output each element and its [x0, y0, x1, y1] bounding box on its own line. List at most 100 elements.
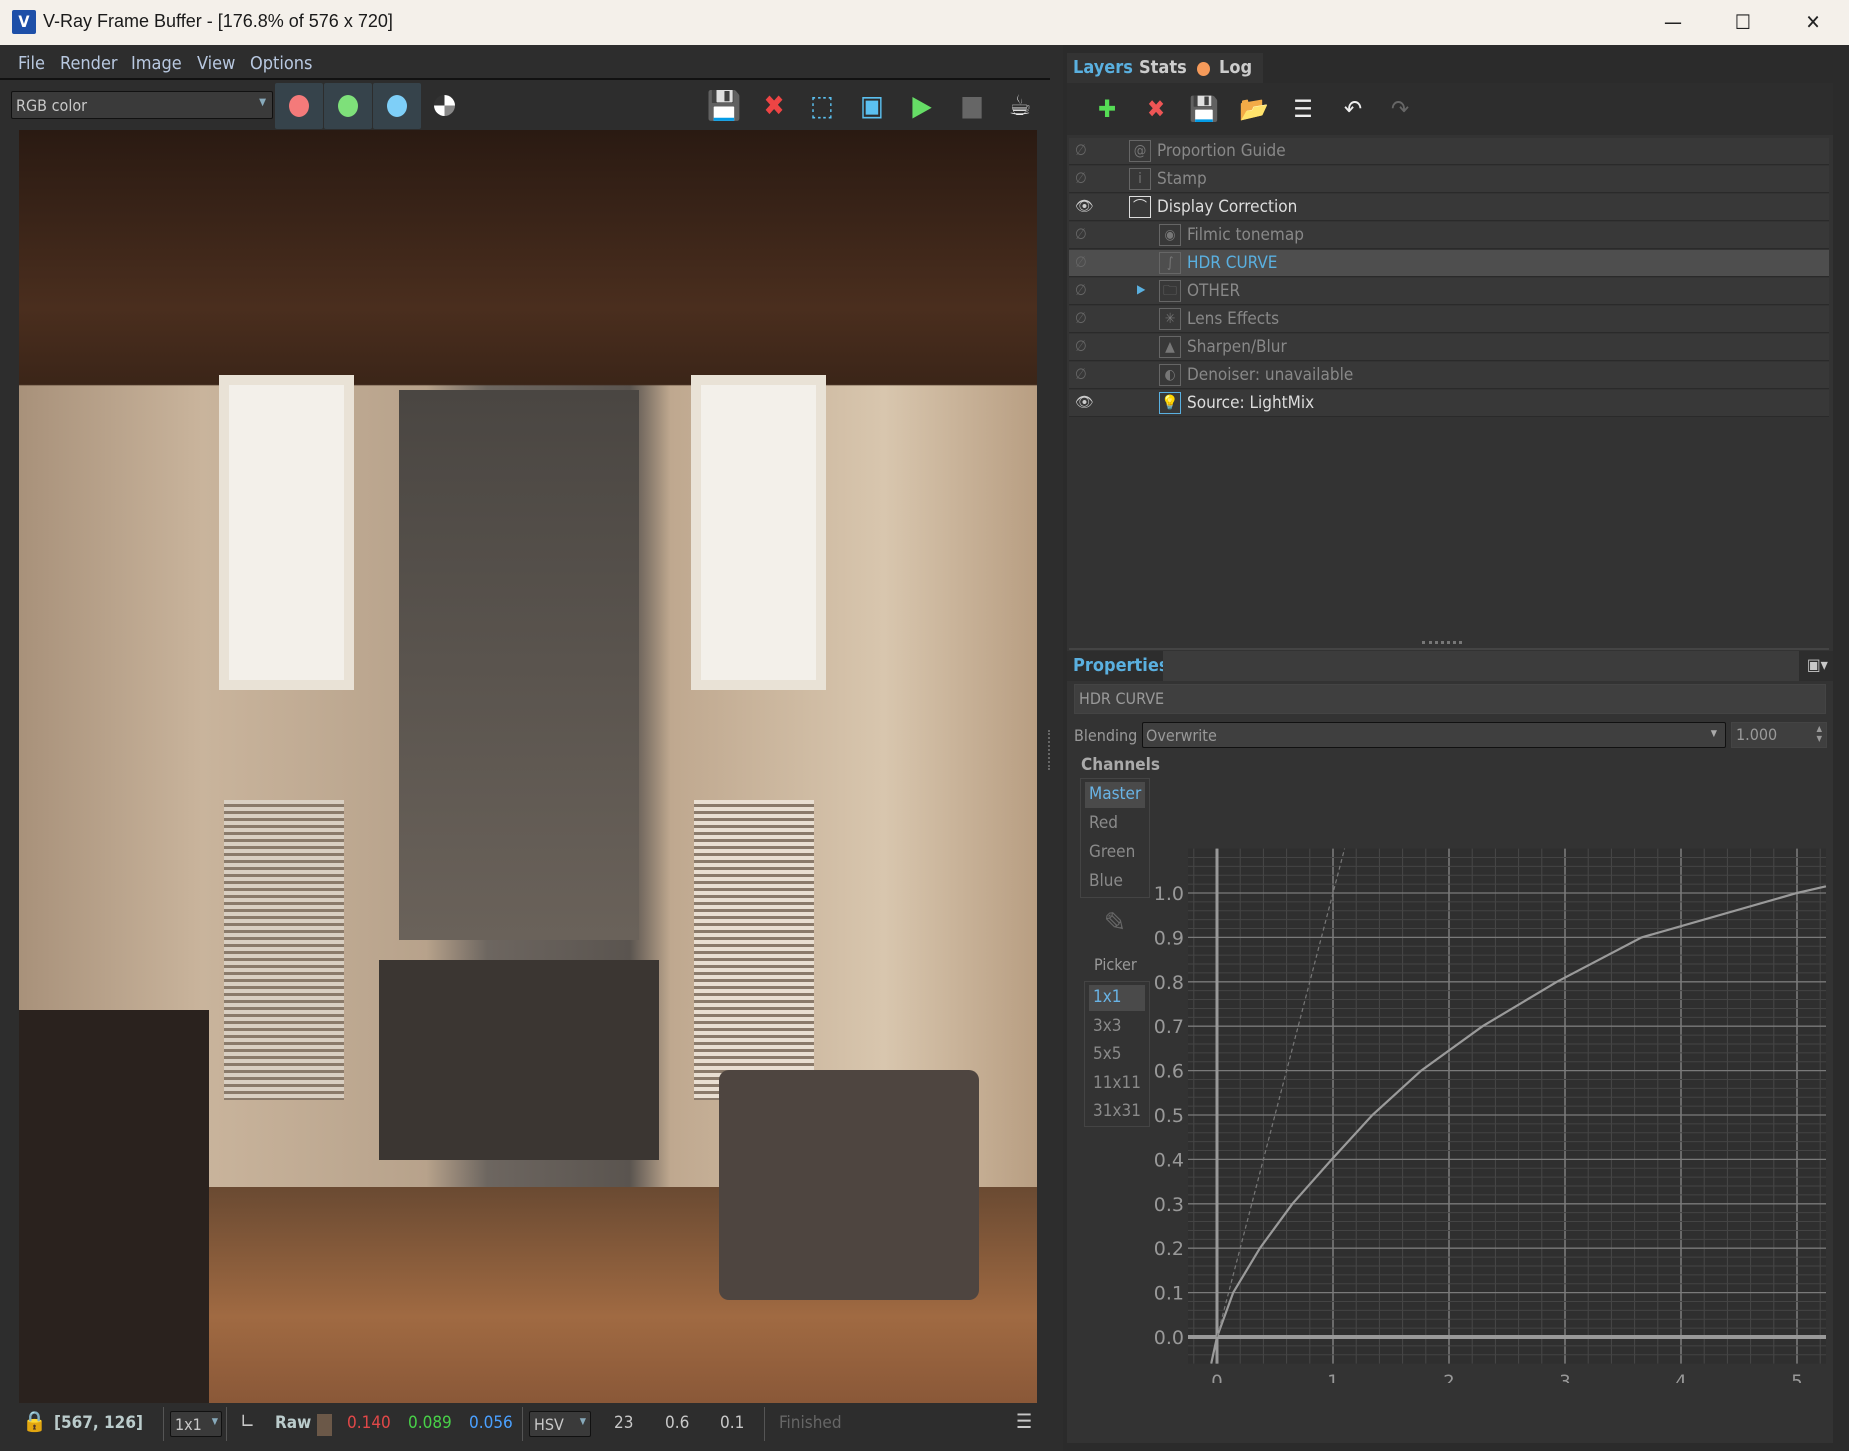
- blending-label: Blending: [1074, 726, 1138, 745]
- channel-master[interactable]: Master: [1085, 782, 1145, 808]
- render-status: Finished: [779, 1413, 842, 1433]
- menu-render[interactable]: Render: [60, 53, 118, 74]
- tab-log[interactable]: Log: [1191, 53, 1263, 83]
- menu-options[interactable]: Options: [250, 53, 312, 74]
- eye-icon[interactable]: 👁: [1075, 197, 1095, 215]
- render-icon[interactable]: ☕: [1002, 88, 1038, 124]
- layer-name-field[interactable]: HDR CURVE: [1074, 684, 1826, 714]
- rendered-image[interactable]: [19, 130, 1037, 1403]
- window-right-upper: [691, 375, 826, 690]
- picker-size-11x11[interactable]: 11x11: [1089, 1071, 1145, 1097]
- menu-file[interactable]: File: [18, 53, 45, 74]
- red-channel-button[interactable]: [275, 83, 323, 129]
- properties-title: Properties: [1073, 655, 1169, 676]
- picker-size-31x31[interactable]: 31x31: [1089, 1099, 1145, 1125]
- properties-menu-icon[interactable]: ▣▾: [1807, 655, 1828, 674]
- color-picker-icon[interactable]: ✏: [1094, 902, 1135, 943]
- layer-row[interactable]: ∅ ▲ Sharpen/Blur: [1069, 334, 1829, 361]
- menu-image[interactable]: Image: [131, 53, 182, 74]
- hidden-eye-icon[interactable]: ∅: [1075, 337, 1095, 355]
- value-value: 0.1: [720, 1413, 745, 1433]
- green-dot-icon: [338, 95, 358, 117]
- layer-row[interactable]: ∅ i Stamp: [1069, 166, 1829, 193]
- layer-list-icon[interactable]: ☰: [1283, 89, 1323, 129]
- mirror: [399, 390, 639, 940]
- minimize-button[interactable]: —: [1638, 0, 1708, 45]
- layer-row[interactable]: ∅ ▶ 🗀 OTHER: [1069, 278, 1829, 305]
- y-tick-label: 0.1: [1155, 1283, 1184, 1305]
- maximize-button[interactable]: ☐: [1708, 0, 1778, 45]
- channel-blue[interactable]: Blue: [1085, 869, 1145, 895]
- expand-arrow-icon[interactable]: ▶: [1137, 282, 1145, 296]
- picker-size-3x3[interactable]: 3x3: [1089, 1014, 1145, 1040]
- chevron-down-icon: ▼: [259, 97, 266, 108]
- eye-icon[interactable]: 👁: [1075, 393, 1095, 411]
- layer-label: Stamp: [1157, 169, 1207, 189]
- hidden-eye-icon[interactable]: ∅: [1075, 253, 1095, 271]
- chevron-down-icon: ▼: [1710, 729, 1717, 739]
- hidden-eye-icon[interactable]: ∅: [1075, 169, 1095, 187]
- layer-row[interactable]: ∅ ∫ HDR CURVE: [1069, 250, 1829, 277]
- divider: [522, 1407, 523, 1441]
- colorspace-select[interactable]: HSV ▼: [529, 1411, 591, 1437]
- hdr-curve-plot[interactable]: 0 1 2 3 4 5 0.0 0.1 0.2 0.3 0.4 0.5 0.6 0.7 0.8 0.9 1.0: [1155, 743, 1835, 1383]
- undo-icon[interactable]: ↶: [1333, 89, 1373, 129]
- start-interactive-render-icon[interactable]: ▶: [904, 88, 940, 124]
- channel-select[interactable]: RGB color ▼: [11, 91, 273, 119]
- stop-render-icon[interactable]: ■: [954, 88, 990, 124]
- y-tick-label: 0.8: [1155, 972, 1184, 994]
- alpha-channel-icon[interactable]: [434, 95, 455, 116]
- channel-red[interactable]: Red: [1085, 811, 1145, 837]
- channel-green[interactable]: Green: [1085, 840, 1145, 866]
- y-tick-label: 0.9: [1155, 927, 1184, 949]
- layer-row[interactable]: ∅ ✳ Lens Effects: [1069, 306, 1829, 333]
- load-layers-icon[interactable]: 📂: [1234, 89, 1274, 129]
- red-value: 0.140: [347, 1413, 391, 1433]
- layer-row[interactable]: 👁 💡 Source: LightMix: [1069, 390, 1829, 417]
- folder-icon: 🗀: [1159, 280, 1181, 302]
- picker-size-5x5[interactable]: 5x5: [1089, 1042, 1145, 1068]
- blue-channel-button[interactable]: [373, 83, 421, 129]
- y-tick-label: 0.4: [1155, 1149, 1184, 1171]
- splitter-handle[interactable]: [1048, 730, 1052, 770]
- hidden-eye-icon[interactable]: ∅: [1075, 141, 1095, 159]
- s-curve-icon: ∫: [1159, 252, 1181, 274]
- spin-arrows-icon[interactable]: ▲ ▼: [1816, 724, 1822, 744]
- track-mouse-icon[interactable]: ▣: [854, 88, 890, 124]
- delete-layer-icon[interactable]: ✖: [1136, 89, 1176, 129]
- denoise-icon: ◐: [1159, 364, 1181, 386]
- panel-toggle-icon[interactable]: ☰: [1016, 1409, 1032, 1433]
- green-channel-button[interactable]: [324, 83, 372, 129]
- layer-row[interactable]: 👁 ⌒ Display Correction: [1069, 194, 1829, 221]
- hidden-eye-icon[interactable]: ∅: [1075, 309, 1095, 327]
- color-mode: Raw: [275, 1413, 312, 1433]
- save-layers-icon[interactable]: 💾: [1184, 89, 1224, 129]
- tab-stats[interactable]: Stats: [1133, 53, 1193, 83]
- picker-label: Picker: [1094, 955, 1137, 974]
- sample-size-select[interactable]: 1x1 ▼: [170, 1411, 222, 1437]
- x-tick-label: 1: [1327, 1372, 1338, 1383]
- picker-size-list: 1x1 3x3 5x5 11x11 31x31: [1084, 981, 1150, 1127]
- redo-icon[interactable]: ↷: [1380, 89, 1420, 129]
- picker-size-1x1[interactable]: 1x1: [1089, 985, 1145, 1011]
- layer-row[interactable]: ∅ @ Proportion Guide: [1069, 138, 1829, 165]
- layer-row[interactable]: ∅ ◐ Denoiser: unavailable: [1069, 362, 1829, 389]
- hidden-eye-icon[interactable]: ∅: [1075, 281, 1095, 299]
- toolbar: RGB color ▼ 💾 ✖ ⬚ ▣ ▶ ■ ☕: [0, 82, 1050, 130]
- tab-layers[interactable]: Layers: [1067, 53, 1139, 83]
- panel-resize-handle[interactable]: [1422, 641, 1462, 645]
- lock-icon[interactable]: 🔒: [22, 1409, 47, 1433]
- window-left-lower: [224, 800, 344, 1100]
- layer-row[interactable]: ∅ ◉ Filmic tonemap: [1069, 222, 1829, 249]
- clear-image-icon[interactable]: ✖: [756, 88, 792, 124]
- saturation-value: 0.6: [665, 1413, 690, 1433]
- y-tick-label: 1.0: [1155, 883, 1184, 905]
- create-layer-icon[interactable]: ✚: [1087, 89, 1127, 129]
- hidden-eye-icon[interactable]: ∅: [1075, 365, 1095, 383]
- hidden-eye-icon[interactable]: ∅: [1075, 225, 1095, 243]
- save-image-icon[interactable]: 💾: [706, 88, 742, 124]
- close-button[interactable]: ✕: [1778, 0, 1848, 45]
- region-render-icon[interactable]: ⬚: [804, 88, 840, 124]
- curve-icon[interactable]: ∟: [240, 1409, 255, 1433]
- menu-view[interactable]: View: [197, 53, 235, 74]
